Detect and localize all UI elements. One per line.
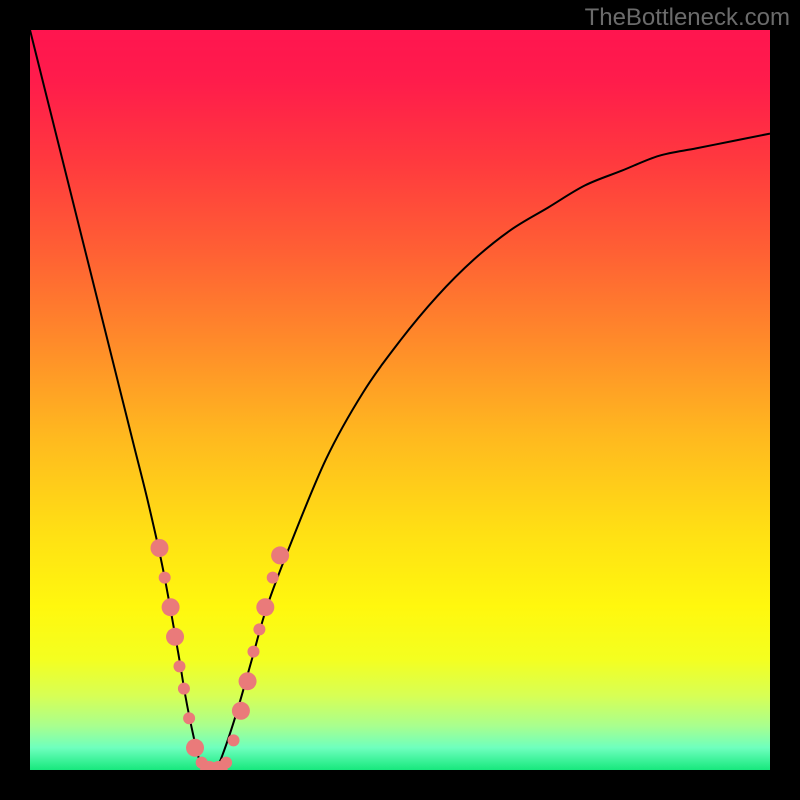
marker-point bbox=[247, 646, 259, 658]
marker-point bbox=[267, 572, 279, 584]
marker-point bbox=[232, 702, 250, 720]
marker-point bbox=[239, 672, 257, 690]
marker-point bbox=[159, 572, 171, 584]
marker-point bbox=[228, 734, 240, 746]
marker-point bbox=[162, 598, 180, 616]
marker-point bbox=[178, 683, 190, 695]
marker-point bbox=[186, 739, 204, 757]
watermark-text: TheBottleneck.com bbox=[585, 4, 790, 32]
marker-point bbox=[271, 546, 289, 564]
marker-point bbox=[166, 628, 184, 646]
marker-point bbox=[253, 623, 265, 635]
plot-background bbox=[30, 30, 770, 770]
chart-frame: TheBottleneck.com bbox=[0, 0, 800, 800]
marker-point bbox=[183, 712, 195, 724]
marker-point bbox=[173, 660, 185, 672]
marker-point bbox=[151, 539, 169, 557]
plot-svg bbox=[30, 30, 770, 770]
marker-point bbox=[256, 598, 274, 616]
marker-point bbox=[220, 757, 232, 769]
